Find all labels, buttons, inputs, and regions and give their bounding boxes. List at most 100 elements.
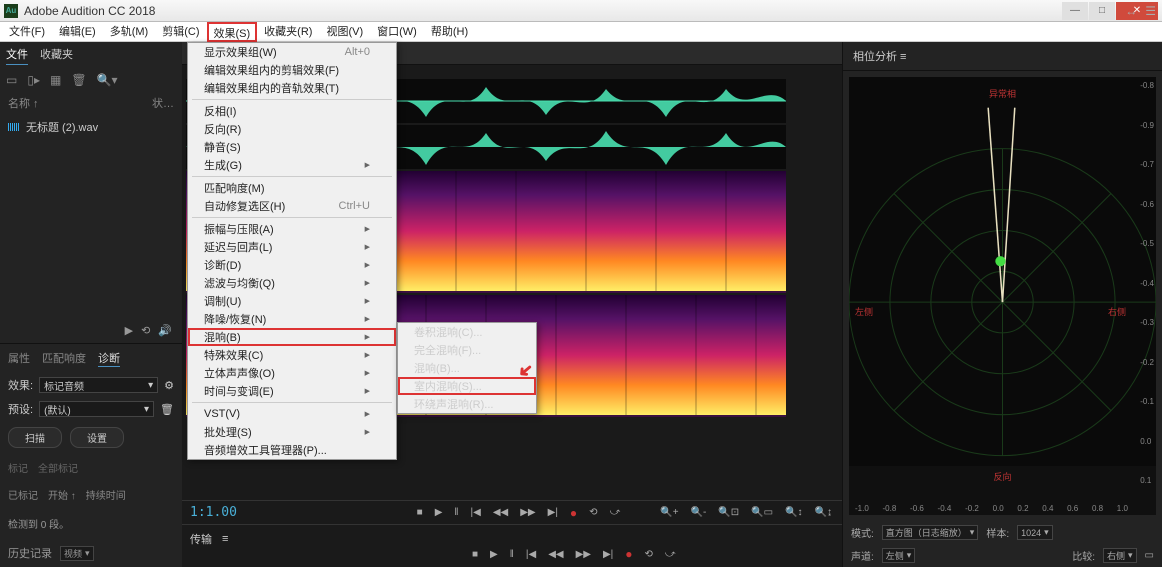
menu-item[interactable]: 静音(S) xyxy=(188,138,396,156)
file-item-label: 无标题 (2).wav xyxy=(26,119,98,135)
zoom-out-icon[interactable]: 🔍- xyxy=(689,507,709,518)
mark-all-label: 全部标记 xyxy=(38,460,78,475)
tp-loop-icon[interactable]: ⟲ xyxy=(643,549,655,560)
tp-stop-icon[interactable]: ■ xyxy=(470,549,480,560)
menu-item[interactable]: 反相(I) xyxy=(188,102,396,120)
menu-item[interactable]: 显示效果组(W)Alt+0 xyxy=(188,43,396,61)
tp-start-icon[interactable]: |◀ xyxy=(524,549,538,560)
samples-select[interactable]: 1024 ▾ xyxy=(1017,525,1053,540)
tp-fwd-icon[interactable]: ▶▶ xyxy=(574,549,593,560)
skip-end-icon[interactable]: ▶| xyxy=(546,507,560,518)
multitrack-icon[interactable]: ▦ xyxy=(50,73,61,87)
rewind-icon[interactable]: ◀◀ xyxy=(491,507,510,518)
menu-5[interactable]: 收藏夹(R) xyxy=(257,22,319,42)
tp-record-icon[interactable]: ● xyxy=(623,547,634,561)
zoom-full-icon[interactable]: 🔍⊡ xyxy=(716,507,741,518)
col-start[interactable]: 开始 ↑ xyxy=(48,487,76,502)
record-icon[interactable]: ● xyxy=(568,506,579,520)
tab-files[interactable]: 文件 xyxy=(6,46,28,65)
menu-7[interactable]: 窗口(W) xyxy=(370,22,424,42)
menu-item[interactable]: 时间与变调(E) xyxy=(188,382,396,400)
channel-select[interactable]: 左侧 ▾ xyxy=(882,548,916,563)
tp-skip-icon[interactable]: ⤻ xyxy=(663,549,678,560)
zoom-out-v-icon[interactable]: 🔍↨ xyxy=(813,507,834,518)
submenu-item[interactable]: 完全混响(F)... xyxy=(398,341,536,359)
skip-icon[interactable]: ⤻ xyxy=(608,507,623,518)
tp-pause-icon[interactable]: ‖ xyxy=(508,549,516,560)
menu-item[interactable]: VST(V) xyxy=(188,405,396,423)
col-status[interactable]: 状… xyxy=(152,95,174,111)
menu-4[interactable]: 效果(S) xyxy=(207,22,258,42)
menu-item[interactable]: 混响(B) xyxy=(188,328,396,346)
scan-button[interactable]: 扫描 xyxy=(8,427,62,448)
loop-mini-icon[interactable]: ⟲ xyxy=(141,324,150,337)
volume-mini-icon[interactable]: 🔊 xyxy=(158,324,172,337)
tab-loudness[interactable]: 匹配响度 xyxy=(42,350,86,367)
trash-icon[interactable]: 🗑 xyxy=(71,73,86,87)
menu-item[interactable]: 振幅与压限(A) xyxy=(188,220,396,238)
tab-diagnostics[interactable]: 诊断 xyxy=(98,350,120,367)
menu-item[interactable]: 滤波与均衡(Q) xyxy=(188,274,396,292)
tab-properties[interactable]: 属性 xyxy=(8,350,30,367)
menu-1[interactable]: 编辑(E) xyxy=(52,22,103,42)
forward-icon[interactable]: ▶▶ xyxy=(518,507,537,518)
open-icon[interactable]: ▭ xyxy=(6,73,17,87)
search-icon[interactable]: 🔍▾ xyxy=(97,73,118,87)
submenu-item[interactable]: 室内混响(S)... xyxy=(398,377,536,395)
play-icon[interactable]: ▶ xyxy=(433,507,445,518)
tp-rew-icon[interactable]: ◀◀ xyxy=(546,549,565,560)
preset-select[interactable]: (默认)▾ xyxy=(39,401,154,417)
tab-favorites[interactable]: 收藏夹 xyxy=(40,46,73,65)
menu-item[interactable]: 特殊效果(C) xyxy=(188,346,396,364)
pause-icon[interactable]: ‖ xyxy=(452,507,460,518)
file-item[interactable]: 无标题 (2).wav xyxy=(0,115,182,139)
maximize-button[interactable]: □ xyxy=(1089,2,1115,20)
menu-item[interactable]: 生成(G) xyxy=(188,156,396,174)
col-marked[interactable]: 已标记 xyxy=(8,487,38,502)
menu-item[interactable]: 编辑效果组内的剪辑效果(F) xyxy=(188,61,396,79)
loop-icon[interactable]: ⟲ xyxy=(587,507,599,518)
record-icon[interactable]: ▯▸ xyxy=(27,73,40,87)
phase-scope[interactable]: 异常相 左侧 右侧 反向 -0.8-0.9-0.7-0.6-0.5-0.4-0.… xyxy=(849,77,1156,515)
menu-2[interactable]: 多轨(M) xyxy=(103,22,156,42)
fx-settings-icon[interactable]: ⚙ xyxy=(164,379,174,392)
menu-item[interactable]: 延迟与回声(L) xyxy=(188,238,396,256)
history-select[interactable]: 视频 ▾ xyxy=(60,546,94,561)
compare-select[interactable]: 右侧 ▾ xyxy=(1103,548,1137,563)
menu-item[interactable]: 批处理(S) xyxy=(188,423,396,441)
fx-select[interactable]: 标记音频▾ xyxy=(39,377,158,393)
menu-0[interactable]: 文件(F) xyxy=(2,22,52,42)
menu-item[interactable]: 诊断(D) xyxy=(188,256,396,274)
menu-item[interactable]: 调制(U) xyxy=(188,292,396,310)
col-duration[interactable]: 持续时间 xyxy=(86,487,126,502)
settings-icon[interactable]: ▭ xyxy=(1145,550,1154,561)
col-name[interactable]: 名称 ↑ xyxy=(8,95,39,111)
tp-play-icon[interactable]: ▶ xyxy=(488,549,500,560)
menu-item[interactable]: 反向(R) xyxy=(188,120,396,138)
timecode[interactable]: 1:1.00 xyxy=(190,505,237,520)
tool-icon[interactable]: ↔ xyxy=(1125,4,1137,18)
zoom-in-icon[interactable]: 🔍+ xyxy=(658,507,680,518)
menu-item[interactable]: 音频增效工具管理器(P)... xyxy=(188,441,396,459)
menu-6[interactable]: 视图(V) xyxy=(319,22,370,42)
submenu-item[interactable]: 环绕声混响(R)... xyxy=(398,395,536,413)
menu-item[interactable]: 匹配响度(M) xyxy=(188,179,396,197)
settings-button[interactable]: 设置 xyxy=(70,427,124,448)
preset-delete-icon[interactable]: 🗑 xyxy=(160,403,174,416)
minimize-button[interactable]: — xyxy=(1062,2,1088,20)
skip-start-icon[interactable]: |◀ xyxy=(469,507,483,518)
menu-item[interactable]: 降噪/恢复(N) xyxy=(188,310,396,328)
menu-item[interactable]: 立体声声像(O) xyxy=(188,364,396,382)
zoom-sel-icon[interactable]: 🔍▭ xyxy=(749,507,775,518)
zoom-in-v-icon[interactable]: 🔍↕ xyxy=(783,507,804,518)
menu-3[interactable]: 剪辑(C) xyxy=(155,22,206,42)
menu-item[interactable]: 编辑效果组内的音轨效果(T) xyxy=(188,79,396,97)
tp-end-icon[interactable]: ▶| xyxy=(601,549,615,560)
link-icon[interactable]: ☰ xyxy=(1145,4,1156,18)
menu-8[interactable]: 帮助(H) xyxy=(424,22,475,42)
submenu-item[interactable]: 卷积混响(C)... xyxy=(398,323,536,341)
stop-icon[interactable]: ■ xyxy=(415,507,425,518)
play-mini-icon[interactable]: ▶ xyxy=(125,324,133,337)
mode-select[interactable]: 直方图（日志缩放） ▾ xyxy=(882,525,979,540)
menu-item[interactable]: 自动修复选区(H)Ctrl+U xyxy=(188,197,396,215)
